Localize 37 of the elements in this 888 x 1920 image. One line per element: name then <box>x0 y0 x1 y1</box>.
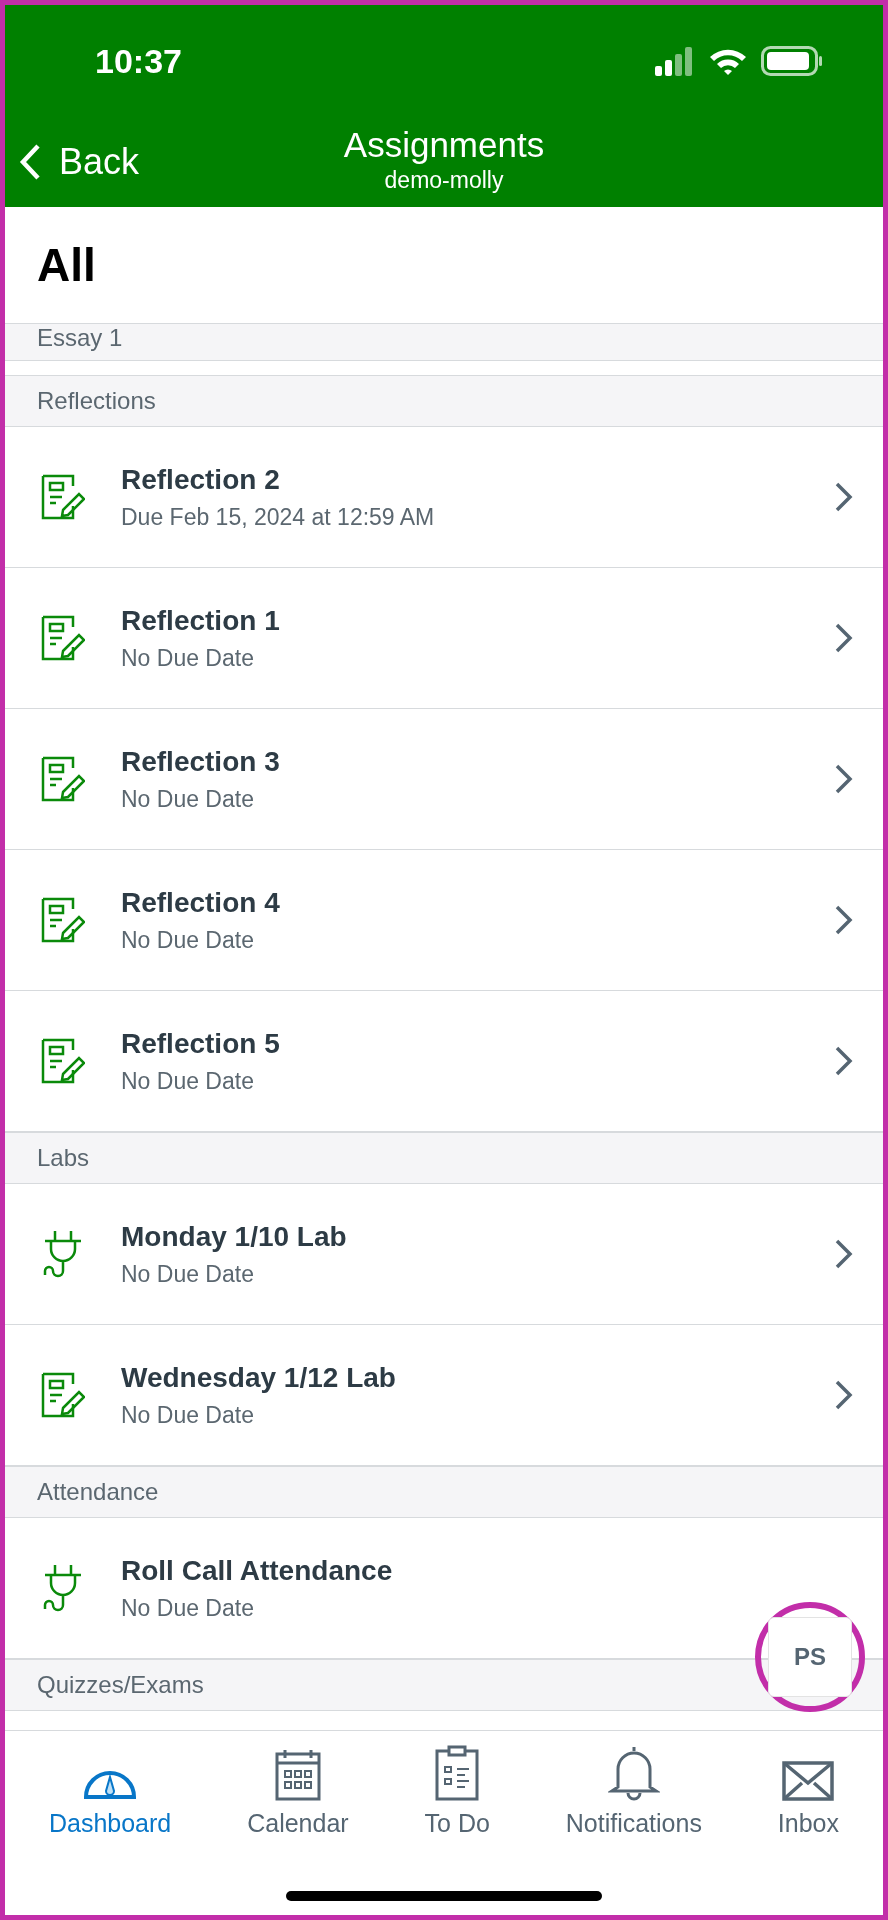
assignment-title: Roll Call Attendance <box>121 1554 394 1587</box>
assignment-title: Wednesday 1/12 Lab <box>121 1361 397 1394</box>
course-subtitle: demo-molly <box>384 167 504 194</box>
avatar-button[interactable]: PS <box>768 1617 852 1697</box>
section-title: Attendance <box>37 1478 159 1506</box>
tab-bar-item[interactable]: Calendar <box>241 1741 355 1842</box>
back-button[interactable]: Back <box>19 141 140 183</box>
assignment-title: Reflection 3 <box>121 745 281 778</box>
section-title: Essay 1 <box>37 324 123 352</box>
due-date: No Due Date <box>121 926 255 954</box>
due-date: No Due Date <box>121 644 255 672</box>
due-date: No Due Date <box>121 1401 255 1429</box>
due-date: Due Feb 15, 2024 at 12:59 AM <box>121 503 436 531</box>
due-date: No Due Date <box>121 1260 255 1288</box>
assignment-title: Reflection 5 <box>121 1027 281 1060</box>
assignment-title: Reflection 2 <box>121 463 281 496</box>
tab-bar-item[interactable]: Notifications <box>559 1741 708 1842</box>
assignment-row[interactable]: Reflection 2 Due Feb 15, 2024 at 12:59 AM <box>5 427 883 568</box>
section-title: Labs <box>37 1144 90 1172</box>
due-date: No Due Date <box>121 1594 255 1622</box>
tab-bar-item[interactable]: Dashboard <box>42 1741 178 1842</box>
assignment-row[interactable]: Reflection 1 No Due Date <box>5 568 883 709</box>
screen-title: Assignments <box>343 125 545 165</box>
status-time: 10:37 <box>95 41 182 81</box>
due-date: No Due Date <box>121 1067 255 1095</box>
assignment-row[interactable]: Monday 1/10 Lab No Due Date <box>5 1184 883 1325</box>
assignment-title: Reflection 1 <box>121 604 281 637</box>
tab-bar-item[interactable]: To Do <box>418 1741 496 1842</box>
assignment-row[interactable]: Reflection 3 No Due Date <box>5 709 883 850</box>
due-date: No Due Date <box>121 785 255 813</box>
tab-bar-item[interactable]: Inbox <box>771 1741 845 1842</box>
filter-title: All <box>37 238 96 292</box>
section-title: Reflections <box>37 387 156 415</box>
section-title: Quizzes/Exams <box>37 1671 204 1699</box>
assignment-row[interactable]: Reflection 4 No Due Date <box>5 850 883 991</box>
assignment-title: Monday 1/10 Lab <box>121 1220 348 1253</box>
assignment-title: Reflection 4 <box>121 886 281 919</box>
